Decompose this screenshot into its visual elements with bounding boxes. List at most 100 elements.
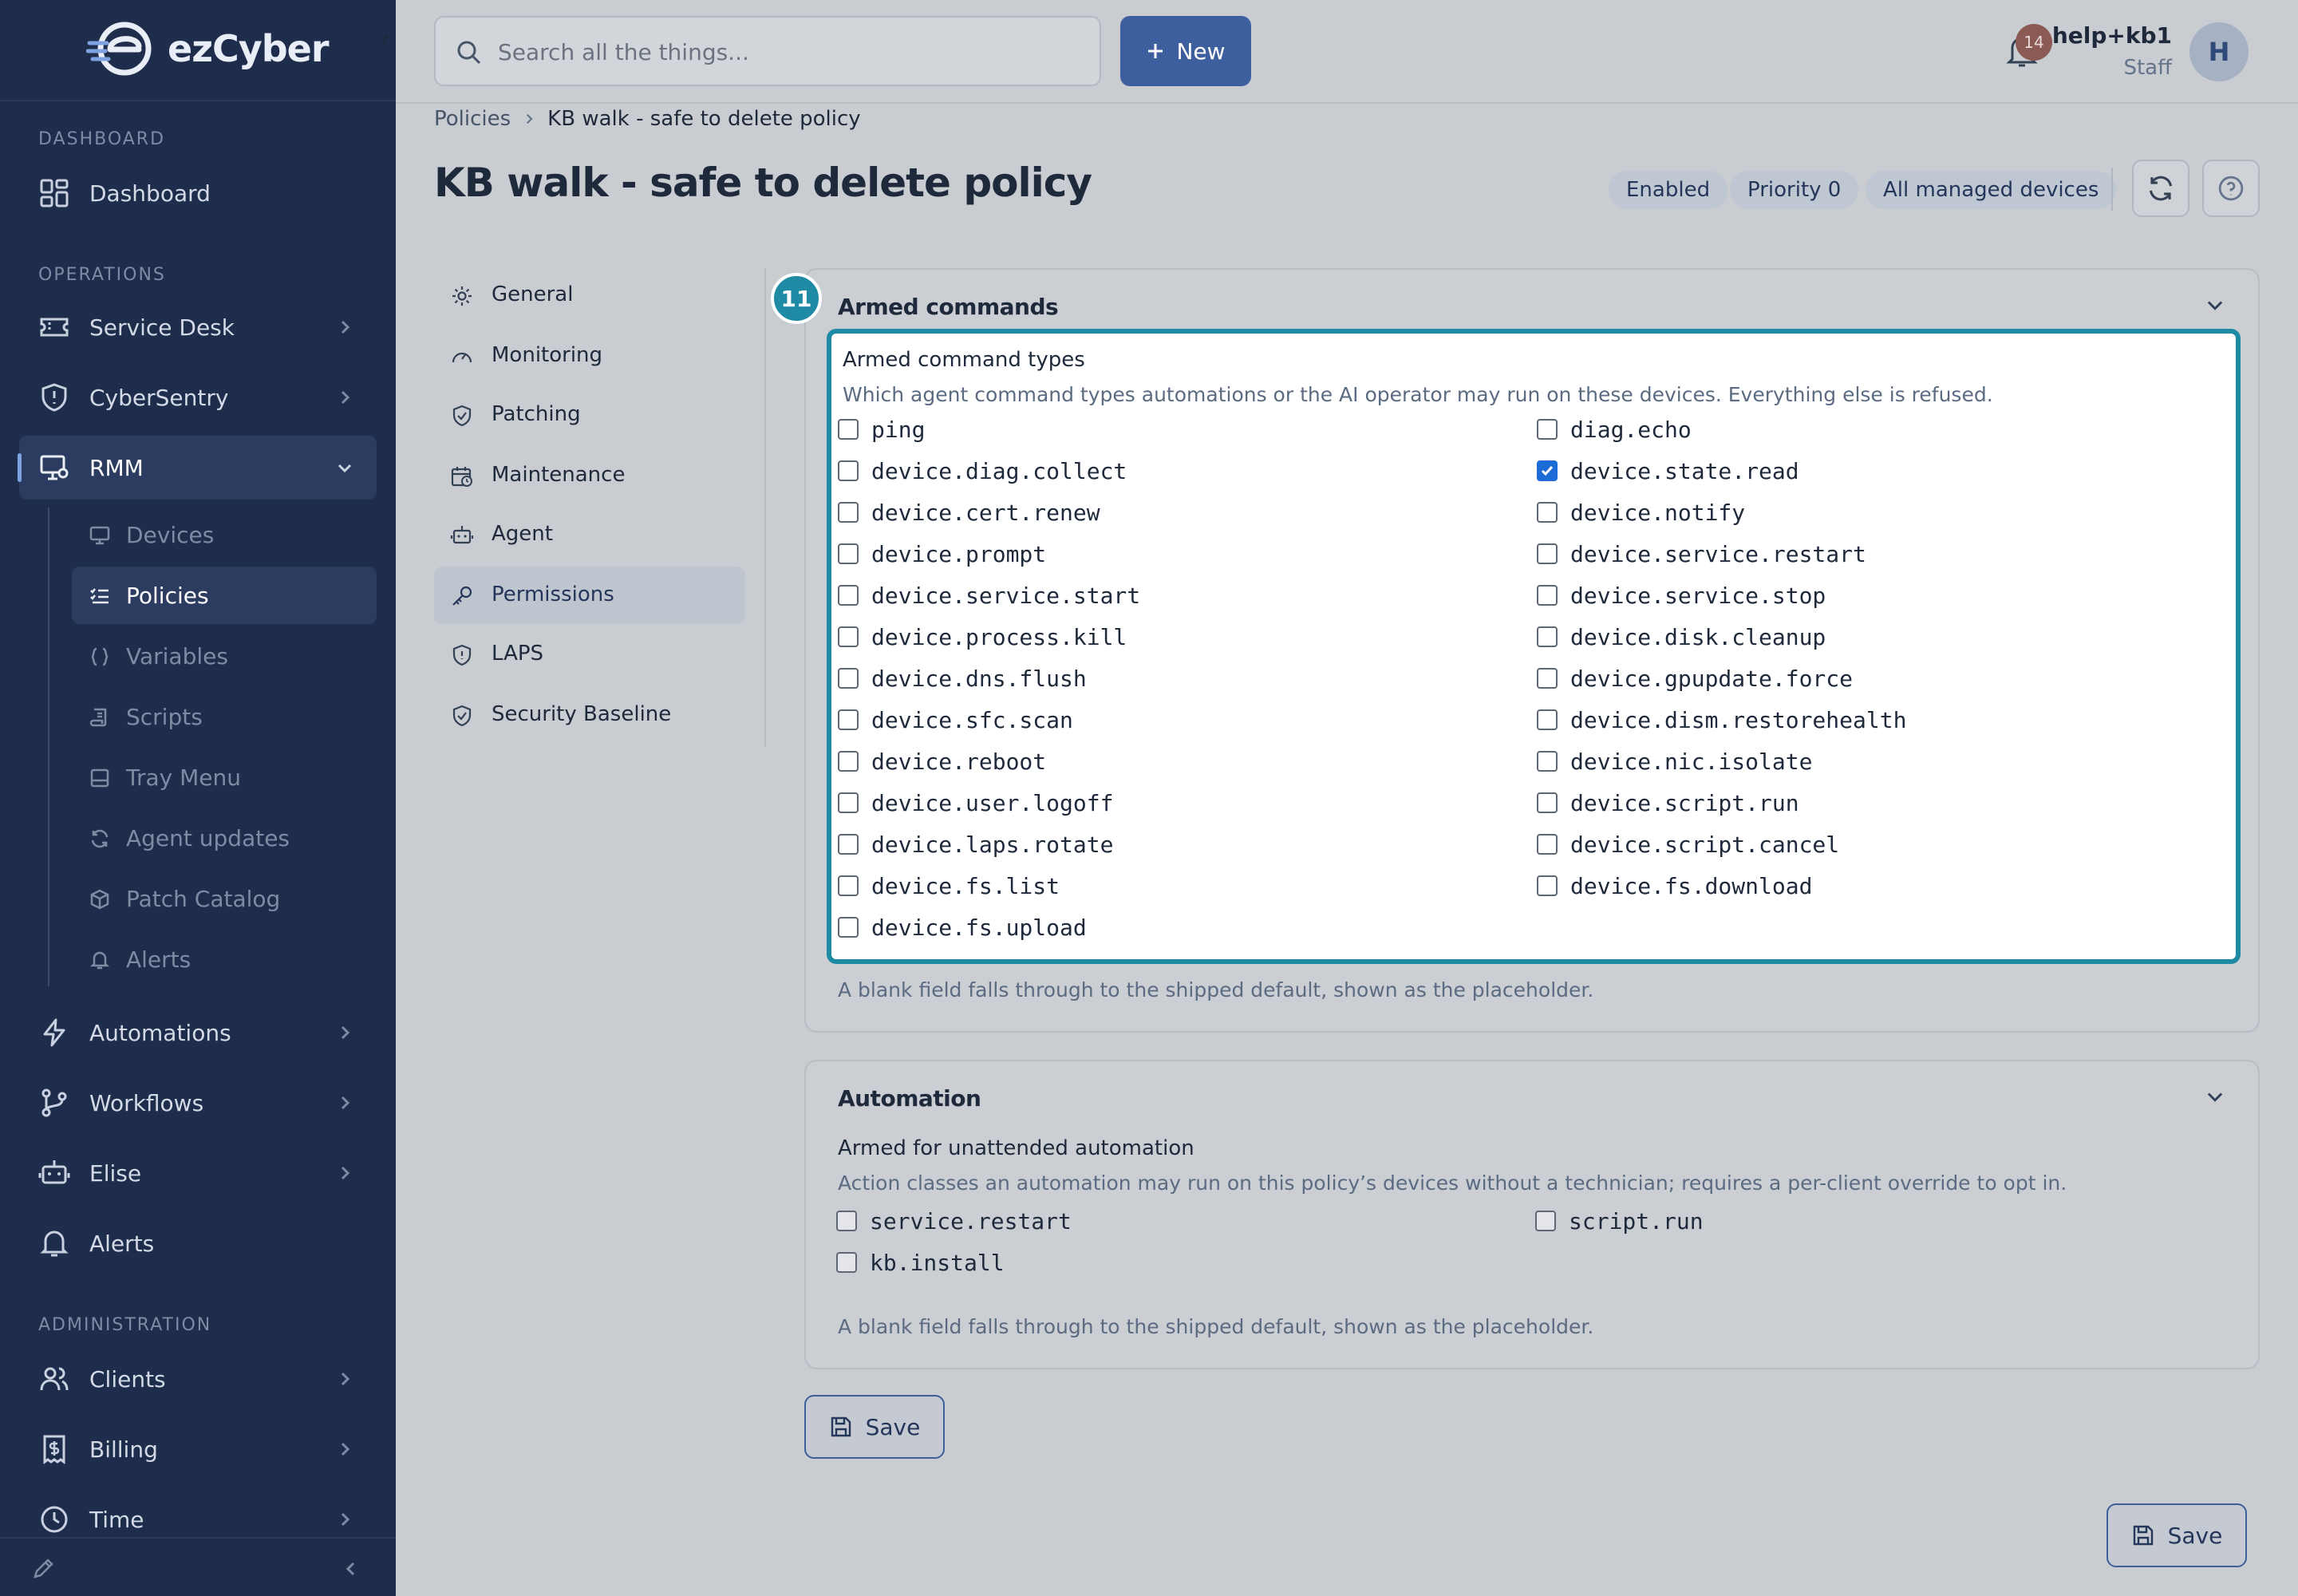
checkbox-unchecked[interactable] [838, 460, 859, 481]
sidebar-item-elise[interactable]: Elise [19, 1141, 377, 1205]
sidebar-item-rmm[interactable]: RMM [18, 436, 377, 500]
checkbox-option[interactable]: device.dism.restorehealth [1537, 699, 1906, 741]
checkbox-unchecked[interactable] [1537, 875, 1558, 896]
checkbox-option[interactable]: device.fs.download [1537, 865, 1812, 907]
checkbox-option[interactable]: device.fs.upload [838, 907, 1087, 948]
checkbox-option[interactable]: device.state.read [1537, 450, 1799, 492]
sidebar-item-service-desk[interactable]: Service Desk [19, 295, 377, 359]
checkbox-unchecked[interactable] [838, 709, 859, 730]
checkbox-option[interactable]: device.notify [1537, 492, 1745, 533]
chevron-down-icon[interactable] [2204, 1085, 2226, 1108]
checkbox-unchecked[interactable] [838, 875, 859, 896]
checkbox-option[interactable]: diag.echo [1537, 409, 1692, 450]
sidebar-item-alerts[interactable]: Alerts [19, 1211, 377, 1275]
policy-tab-monitoring[interactable]: Monitoring [434, 327, 745, 385]
sidebar-item-tray-menu[interactable]: Tray Menu [72, 749, 377, 806]
sidebar-item-automations[interactable]: Automations [19, 1001, 377, 1065]
checkbox-option[interactable]: device.service.start [838, 575, 1140, 616]
sidebar-collapse-button[interactable] [377, 32, 394, 49]
checkbox-unchecked[interactable] [838, 585, 859, 606]
sidebar-item-billing[interactable]: Billing [19, 1417, 377, 1481]
policy-tab-permissions[interactable]: Permissions [434, 567, 745, 624]
checkbox-option[interactable]: device.script.run [1537, 782, 1799, 824]
checkbox-option[interactable]: device.cert.renew [838, 492, 1100, 533]
sidebar-item-label: Agent updates [126, 824, 290, 851]
checkbox-unchecked[interactable] [1537, 834, 1558, 855]
checkbox-option[interactable]: device.user.logoff [838, 782, 1113, 824]
checkbox-unchecked[interactable] [838, 751, 859, 772]
policy-tab-agent[interactable]: Agent [434, 506, 745, 563]
checkbox-option[interactable]: device.service.restart [1537, 533, 1866, 575]
checkbox-unchecked[interactable] [836, 1211, 857, 1231]
checkbox-unchecked[interactable] [1537, 419, 1558, 440]
sidebar-item-variables[interactable]: Variables [72, 627, 377, 685]
checkbox-unchecked[interactable] [838, 543, 859, 564]
sidebar-item-cybersentry[interactable]: CyberSentry [19, 365, 377, 429]
checkbox-unchecked[interactable] [1535, 1211, 1556, 1231]
checkbox-option[interactable]: device.fs.list [838, 865, 1060, 907]
avatar[interactable]: H [2189, 22, 2249, 81]
chevron-down-icon[interactable] [2204, 294, 2226, 316]
checkbox-option[interactable]: device.dns.flush [838, 658, 1087, 699]
sidebar-item-workflows[interactable]: Workflows [19, 1071, 377, 1135]
checkbox-label: device.user.logoff [871, 789, 1114, 816]
sidebar-item-policies[interactable]: Policies [72, 567, 377, 624]
checkbox-option[interactable]: device.script.cancel [1537, 824, 1839, 865]
checkbox-unchecked[interactable] [838, 502, 859, 523]
checkbox-unchecked[interactable] [1537, 502, 1558, 523]
breadcrumb-policies-link[interactable]: Policies [434, 107, 511, 131]
help-button[interactable] [2202, 160, 2260, 217]
checkbox-option[interactable]: device.process.kill [838, 616, 1127, 658]
policy-tab-security-baseline[interactable]: Security Baseline [434, 686, 745, 744]
sidebar-item-clients[interactable]: Clients [19, 1347, 377, 1411]
checkbox-unchecked[interactable] [836, 1252, 857, 1273]
sidebar-item-agent-updates[interactable]: Agent updates [72, 809, 377, 867]
checkbox-unchecked[interactable] [1537, 668, 1558, 689]
save-button[interactable]: Save [804, 1395, 945, 1459]
checkbox-option[interactable]: kb.install [836, 1242, 1005, 1283]
policy-tab-maintenance[interactable]: Maintenance [434, 447, 745, 504]
policy-tab-general[interactable]: General [434, 267, 745, 324]
sidebar-footer [0, 1537, 396, 1596]
checkbox-option[interactable]: device.sfc.scan [838, 699, 1073, 741]
checkbox-option[interactable]: ping [838, 409, 925, 450]
app-logo[interactable]: ezCyber [86, 19, 330, 78]
checkbox-unchecked[interactable] [838, 668, 859, 689]
policy-tab-patching[interactable]: Patching [434, 386, 745, 444]
checkbox-unchecked[interactable] [838, 917, 859, 938]
automation-hint: A blank field falls through to the shipp… [838, 1315, 1594, 1338]
checkbox-option[interactable]: device.diag.collect [838, 450, 1127, 492]
sidebar-item-rmm-alerts[interactable]: Alerts [72, 930, 377, 988]
checkbox-unchecked[interactable] [1537, 626, 1558, 647]
pencil-icon[interactable] [30, 1556, 56, 1582]
checkbox-option[interactable]: device.nic.isolate [1537, 741, 1812, 782]
policy-tab-laps[interactable]: LAPS [434, 626, 745, 683]
checkbox-unchecked[interactable] [1537, 709, 1558, 730]
save-button-floating[interactable]: Save [2106, 1503, 2247, 1567]
checkbox-unchecked[interactable] [1537, 751, 1558, 772]
checkbox-unchecked[interactable] [838, 792, 859, 813]
checkbox-unchecked[interactable] [838, 419, 859, 440]
checkbox-unchecked[interactable] [1537, 585, 1558, 606]
sidebar-item-dashboard[interactable]: Dashboard [19, 161, 377, 225]
checkbox-unchecked[interactable] [1537, 792, 1558, 813]
checkbox-option[interactable]: script.run [1535, 1200, 1704, 1242]
checkbox-option[interactable]: device.laps.rotate [838, 824, 1113, 865]
sidebar-item-scripts[interactable]: Scripts [72, 688, 377, 745]
new-button[interactable]: New [1120, 16, 1251, 86]
checkbox-option[interactable]: device.gpupdate.force [1537, 658, 1853, 699]
checkbox-option[interactable]: device.service.stop [1537, 575, 1826, 616]
checkbox-option[interactable]: device.prompt [838, 533, 1046, 575]
chevron-left-icon[interactable] [342, 1559, 361, 1578]
checkbox-unchecked[interactable] [838, 834, 859, 855]
checkbox-option[interactable]: service.restart [836, 1200, 1072, 1242]
checkbox-unchecked[interactable] [1537, 543, 1558, 564]
sidebar-item-patch-catalog[interactable]: Patch Catalog [72, 870, 377, 927]
search-input[interactable] [498, 34, 1088, 70]
checkbox-unchecked[interactable] [838, 626, 859, 647]
checkbox-checked[interactable] [1537, 460, 1558, 481]
refresh-button[interactable] [2132, 160, 2189, 217]
checkbox-option[interactable]: device.disk.cleanup [1537, 616, 1826, 658]
sidebar-item-devices[interactable]: Devices [72, 506, 377, 563]
checkbox-option[interactable]: device.reboot [838, 741, 1046, 782]
